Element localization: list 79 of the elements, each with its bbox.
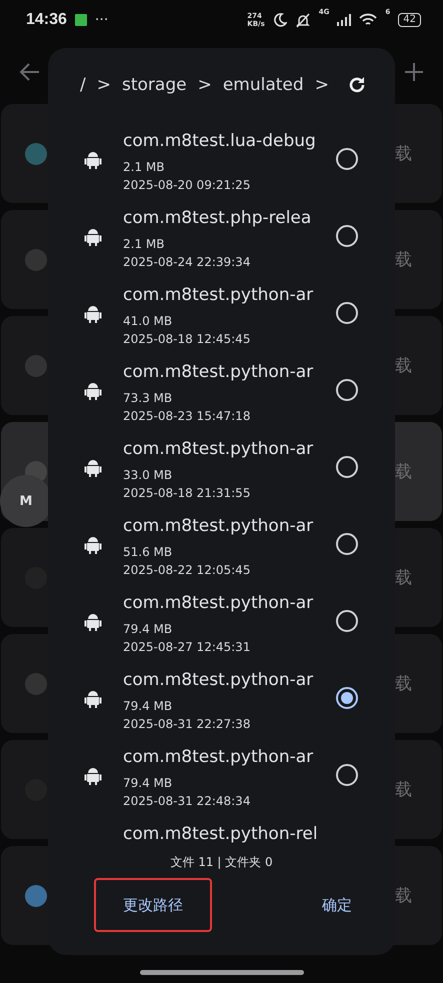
android-icon (84, 612, 102, 631)
card-action: 载 (395, 249, 412, 271)
file-name[interactable]: com.m8test.php-relea (123, 207, 316, 230)
android-icon (84, 150, 102, 169)
moon-icon (272, 13, 287, 27)
file-name[interactable]: com.m8test.python-ar (123, 746, 316, 769)
card-action: 载 (395, 673, 412, 695)
file-size: 79.4 MB (123, 698, 174, 714)
file-date: 2025-08-18 12:45:45 (123, 330, 252, 346)
clock: 14:36 (26, 11, 67, 29)
file-size: 79.4 MB (123, 774, 174, 790)
card-action: 载 (395, 461, 412, 483)
app-logo-icon (23, 352, 49, 378)
file-name[interactable]: com.m8test.python-ar (123, 592, 316, 615)
radio-button[interactable] (336, 610, 358, 632)
file-date: 2025-08-20 09:21:25 (123, 176, 252, 192)
android-icon (84, 304, 102, 323)
android-icon (84, 689, 102, 708)
radio-button[interactable] (336, 764, 358, 786)
more-notifications: ··· (94, 12, 108, 28)
radio-button[interactable] (336, 225, 358, 247)
android-icon (84, 227, 102, 246)
add-icon[interactable] (405, 63, 423, 81)
android-icon (84, 381, 102, 400)
card-action: 载 (395, 779, 412, 801)
file-size: 2.1 MB (123, 236, 166, 252)
file-date: 2025-08-31 22:27:38 (123, 716, 252, 732)
file-name[interactable]: com.m8test.python-ar (123, 515, 316, 538)
file-name[interactable]: com.m8test.lua-debug (123, 130, 316, 153)
android-icon (84, 458, 102, 477)
card-action: 载 (395, 143, 412, 165)
file-date: 2025-08-31 22:48:34 (123, 792, 252, 808)
battery-level: 42 (398, 13, 421, 27)
breadcrumb-separator: > (96, 74, 111, 94)
file-name[interactable]: com.m8test.python-rel (123, 823, 316, 846)
app-logo-icon (23, 246, 49, 272)
radio-button[interactable] (336, 148, 358, 170)
android-icon (84, 766, 102, 785)
file-date: 2025-08-22 12:05:45 (123, 562, 252, 578)
file-name[interactable]: com.m8test.python-ar (123, 669, 316, 692)
radio-button[interactable] (336, 379, 358, 401)
file-date: 2025-08-24 22:39:34 (123, 254, 252, 270)
card-action: 载 (395, 885, 412, 907)
radio-button[interactable] (336, 533, 358, 555)
card-action: 载 (395, 567, 412, 589)
refresh-icon[interactable] (348, 76, 366, 94)
file-date: 2025-08-23 15:47:18 (123, 408, 252, 424)
file-name[interactable]: com.m8test.python-ar (123, 361, 316, 384)
app-logo-icon (23, 140, 49, 166)
file-size: 41.0 MB (123, 312, 174, 328)
radio-button[interactable] (336, 302, 358, 324)
breadcrumb-separator: > (198, 74, 212, 94)
file-count: 文件 11 | 文件夹 0 (170, 854, 273, 870)
radio-button[interactable] (336, 687, 358, 709)
card-action: 载 (395, 355, 412, 377)
file-size: 33.0 MB (123, 466, 174, 482)
confirm-button[interactable]: 确定 (297, 878, 377, 932)
radio-button[interactable] (336, 456, 358, 478)
file-date: 2025-08-18 21:31:55 (123, 484, 252, 500)
change-path-button[interactable]: 更改路径 (94, 878, 212, 932)
file-size: 79.4 MB (123, 620, 174, 636)
wifi-icon (359, 13, 378, 27)
back-icon[interactable] (20, 63, 40, 81)
file-date: 2025-08-27 12:45:31 (123, 638, 252, 654)
app-logo-icon (23, 670, 49, 696)
notification-icon (74, 14, 87, 26)
file-size: 2.1 MB (123, 158, 166, 174)
breadcrumb-separator: > (314, 74, 329, 94)
breadcrumb-item[interactable]: / (80, 74, 86, 94)
file-size: 51.6 MB (123, 544, 174, 560)
app-logo-icon (23, 882, 49, 908)
breadcrumb-item[interactable]: emulated (222, 74, 304, 94)
bell-off-icon (294, 12, 311, 28)
file-name[interactable]: com.m8test.python-ar (123, 284, 316, 307)
breadcrumb-item[interactable]: storage (122, 74, 187, 94)
signal-icon (337, 14, 352, 26)
file-size: 73.3 MB (123, 390, 174, 406)
file-name[interactable]: com.m8test.python-ar (123, 438, 316, 461)
android-icon (84, 535, 102, 554)
